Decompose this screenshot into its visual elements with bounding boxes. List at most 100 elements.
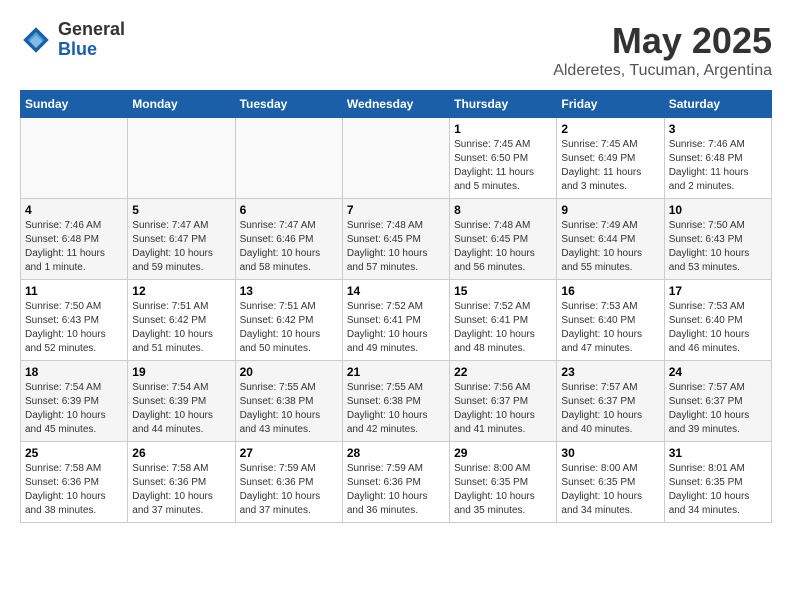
calendar-cell: 22Sunrise: 7:56 AM Sunset: 6:37 PM Dayli… xyxy=(450,361,557,442)
calendar-cell: 10 Sunrise: 7:50 AM Sunset: 6:43 PM Dayli… xyxy=(664,199,771,280)
calendar-cell: 19 Sunrise: 7:54 AM Sunset: 6:39 PM Dayli… xyxy=(128,361,235,442)
day-info: Sunrise: 7:55 AM Sunset: 6:38 PM Dayligh… xyxy=(347,381,445,437)
calendar-cell xyxy=(342,118,449,199)
calendar-cell: 4 Sunrise: 7:46 AM Sunset: 6:48 PM Daylig… xyxy=(21,199,128,280)
day-number: 28 xyxy=(347,446,445,460)
page-header: General Blue May 2025 Alderetes, Tucuman… xyxy=(20,20,772,80)
day-number: 30 xyxy=(561,446,659,460)
calendar-cell: 20Sunrise: 7:55 AM Sunset: 6:38 PM Dayli… xyxy=(235,361,342,442)
day-number: 1 xyxy=(454,122,552,136)
day-number: 11 xyxy=(25,284,123,298)
calendar-table: SundayMondayTuesdayWednesdayThursdayFrid… xyxy=(20,90,772,523)
calendar-cell: 12 Sunrise: 7:51 AM Sunset: 6:42 PM Dayli… xyxy=(128,280,235,361)
calendar-week-2: 4 Sunrise: 7:46 AM Sunset: 6:48 PM Daylig… xyxy=(21,199,772,280)
day-header-thursday: Thursday xyxy=(450,91,557,118)
day-number: 27 xyxy=(240,446,338,460)
day-header-friday: Friday xyxy=(557,91,664,118)
calendar-cell: 31Sunrise: 8:01 AM Sunset: 6:35 PM Dayli… xyxy=(664,442,771,523)
subtitle: Alderetes, Tucuman, Argentina xyxy=(553,62,772,80)
logo-text: General Blue xyxy=(58,20,125,60)
day-number: 14 xyxy=(347,284,445,298)
day-number: 29 xyxy=(454,446,552,460)
calendar-cell: 8 Sunrise: 7:48 AM Sunset: 6:45 PM Daylig… xyxy=(450,199,557,280)
day-info: Sunrise: 7:49 AM Sunset: 6:44 PM Dayligh… xyxy=(561,219,659,275)
day-number: 4 xyxy=(25,203,123,217)
logo: General Blue xyxy=(20,20,125,60)
logo-icon xyxy=(20,24,52,56)
calendar-cell: 25 Sunrise: 7:58 AM Sunset: 6:36 PM Dayli… xyxy=(21,442,128,523)
calendar-cell: 1 Sunrise: 7:45 AM Sunset: 6:50 PM Daylig… xyxy=(450,118,557,199)
calendar-cell: 29 Sunrise: 8:00 AM Sunset: 6:35 PM Dayli… xyxy=(450,442,557,523)
day-info: Sunrise: 7:54 AM Sunset: 6:39 PM Dayligh… xyxy=(132,381,230,437)
day-info: Sunrise: 7:47 AM Sunset: 6:47 PM Dayligh… xyxy=(132,219,230,275)
calendar-cell: 2Sunrise: 7:45 AM Sunset: 6:49 PM Daylig… xyxy=(557,118,664,199)
calendar-cell: 17 Sunrise: 7:53 AM Sunset: 6:40 PM Dayli… xyxy=(664,280,771,361)
day-info: Sunrise: 7:58 AM Sunset: 6:36 PM Dayligh… xyxy=(25,462,123,518)
calendar-cell: 30 Sunrise: 8:00 AM Sunset: 6:35 PM Dayli… xyxy=(557,442,664,523)
calendar-cell: 15Sunrise: 7:52 AM Sunset: 6:41 PM Dayli… xyxy=(450,280,557,361)
calendar-cell: 21 Sunrise: 7:55 AM Sunset: 6:38 PM Dayli… xyxy=(342,361,449,442)
day-info: Sunrise: 7:51 AM Sunset: 6:42 PM Dayligh… xyxy=(132,300,230,356)
day-number: 13 xyxy=(240,284,338,298)
day-number: 24 xyxy=(669,365,767,379)
calendar-cell: 11 Sunrise: 7:50 AM Sunset: 6:43 PM Dayli… xyxy=(21,280,128,361)
day-header-sunday: Sunday xyxy=(21,91,128,118)
calendar-cell: 24 Sunrise: 7:57 AM Sunset: 6:37 PM Dayli… xyxy=(664,361,771,442)
calendar-cell: 3Sunrise: 7:46 AM Sunset: 6:48 PM Daylig… xyxy=(664,118,771,199)
header-row: SundayMondayTuesdayWednesdayThursdayFrid… xyxy=(21,91,772,118)
calendar-week-4: 18 Sunrise: 7:54 AM Sunset: 6:39 PM Dayli… xyxy=(21,361,772,442)
calendar-cell: 26Sunrise: 7:58 AM Sunset: 6:36 PM Dayli… xyxy=(128,442,235,523)
calendar-week-5: 25 Sunrise: 7:58 AM Sunset: 6:36 PM Dayli… xyxy=(21,442,772,523)
day-number: 18 xyxy=(25,365,123,379)
day-number: 12 xyxy=(132,284,230,298)
day-info: Sunrise: 7:48 AM Sunset: 6:45 PM Dayligh… xyxy=(347,219,445,275)
day-info: Sunrise: 7:45 AM Sunset: 6:49 PM Dayligh… xyxy=(561,138,659,194)
calendar-cell: 14 Sunrise: 7:52 AM Sunset: 6:41 PM Dayli… xyxy=(342,280,449,361)
title-block: May 2025 Alderetes, Tucuman, Argentina xyxy=(553,20,772,80)
calendar-cell: 23Sunrise: 7:57 AM Sunset: 6:37 PM Dayli… xyxy=(557,361,664,442)
day-number: 5 xyxy=(132,203,230,217)
day-header-saturday: Saturday xyxy=(664,91,771,118)
day-info: Sunrise: 7:45 AM Sunset: 6:50 PM Dayligh… xyxy=(454,138,552,194)
day-number: 26 xyxy=(132,446,230,460)
day-info: Sunrise: 7:59 AM Sunset: 6:36 PM Dayligh… xyxy=(240,462,338,518)
day-number: 3 xyxy=(669,122,767,136)
day-number: 15 xyxy=(454,284,552,298)
calendar-week-1: 1 Sunrise: 7:45 AM Sunset: 6:50 PM Daylig… xyxy=(21,118,772,199)
day-info: Sunrise: 8:01 AM Sunset: 6:35 PM Dayligh… xyxy=(669,462,767,518)
day-info: Sunrise: 8:00 AM Sunset: 6:35 PM Dayligh… xyxy=(454,462,552,518)
calendar-week-3: 11 Sunrise: 7:50 AM Sunset: 6:43 PM Dayli… xyxy=(21,280,772,361)
day-number: 21 xyxy=(347,365,445,379)
day-info: Sunrise: 7:53 AM Sunset: 6:40 PM Dayligh… xyxy=(669,300,767,356)
day-info: Sunrise: 7:52 AM Sunset: 6:41 PM Dayligh… xyxy=(347,300,445,356)
day-info: Sunrise: 7:57 AM Sunset: 6:37 PM Dayligh… xyxy=(561,381,659,437)
day-number: 10 xyxy=(669,203,767,217)
day-info: Sunrise: 8:00 AM Sunset: 6:35 PM Dayligh… xyxy=(561,462,659,518)
day-number: 9 xyxy=(561,203,659,217)
day-info: Sunrise: 7:50 AM Sunset: 6:43 PM Dayligh… xyxy=(25,300,123,356)
calendar-cell xyxy=(235,118,342,199)
calendar-cell: 5 Sunrise: 7:47 AM Sunset: 6:47 PM Daylig… xyxy=(128,199,235,280)
day-info: Sunrise: 7:53 AM Sunset: 6:40 PM Dayligh… xyxy=(561,300,659,356)
day-number: 17 xyxy=(669,284,767,298)
day-number: 19 xyxy=(132,365,230,379)
day-info: Sunrise: 7:51 AM Sunset: 6:42 PM Dayligh… xyxy=(240,300,338,356)
day-info: Sunrise: 7:57 AM Sunset: 6:37 PM Dayligh… xyxy=(669,381,767,437)
day-info: Sunrise: 7:46 AM Sunset: 6:48 PM Dayligh… xyxy=(25,219,123,275)
calendar-cell: 16 Sunrise: 7:53 AM Sunset: 6:40 PM Dayli… xyxy=(557,280,664,361)
logo-blue: Blue xyxy=(58,40,125,60)
day-header-wednesday: Wednesday xyxy=(342,91,449,118)
day-number: 16 xyxy=(561,284,659,298)
calendar-cell: 9 Sunrise: 7:49 AM Sunset: 6:44 PM Daylig… xyxy=(557,199,664,280)
day-info: Sunrise: 7:56 AM Sunset: 6:37 PM Dayligh… xyxy=(454,381,552,437)
calendar-cell: 28Sunrise: 7:59 AM Sunset: 6:36 PM Dayli… xyxy=(342,442,449,523)
day-info: Sunrise: 7:48 AM Sunset: 6:45 PM Dayligh… xyxy=(454,219,552,275)
calendar-cell xyxy=(21,118,128,199)
day-info: Sunrise: 7:54 AM Sunset: 6:39 PM Dayligh… xyxy=(25,381,123,437)
day-info: Sunrise: 7:50 AM Sunset: 6:43 PM Dayligh… xyxy=(669,219,767,275)
day-number: 25 xyxy=(25,446,123,460)
day-number: 8 xyxy=(454,203,552,217)
calendar-cell: 6Sunrise: 7:47 AM Sunset: 6:46 PM Daylig… xyxy=(235,199,342,280)
calendar-cell: 7Sunrise: 7:48 AM Sunset: 6:45 PM Daylig… xyxy=(342,199,449,280)
logo-general: General xyxy=(58,20,125,40)
